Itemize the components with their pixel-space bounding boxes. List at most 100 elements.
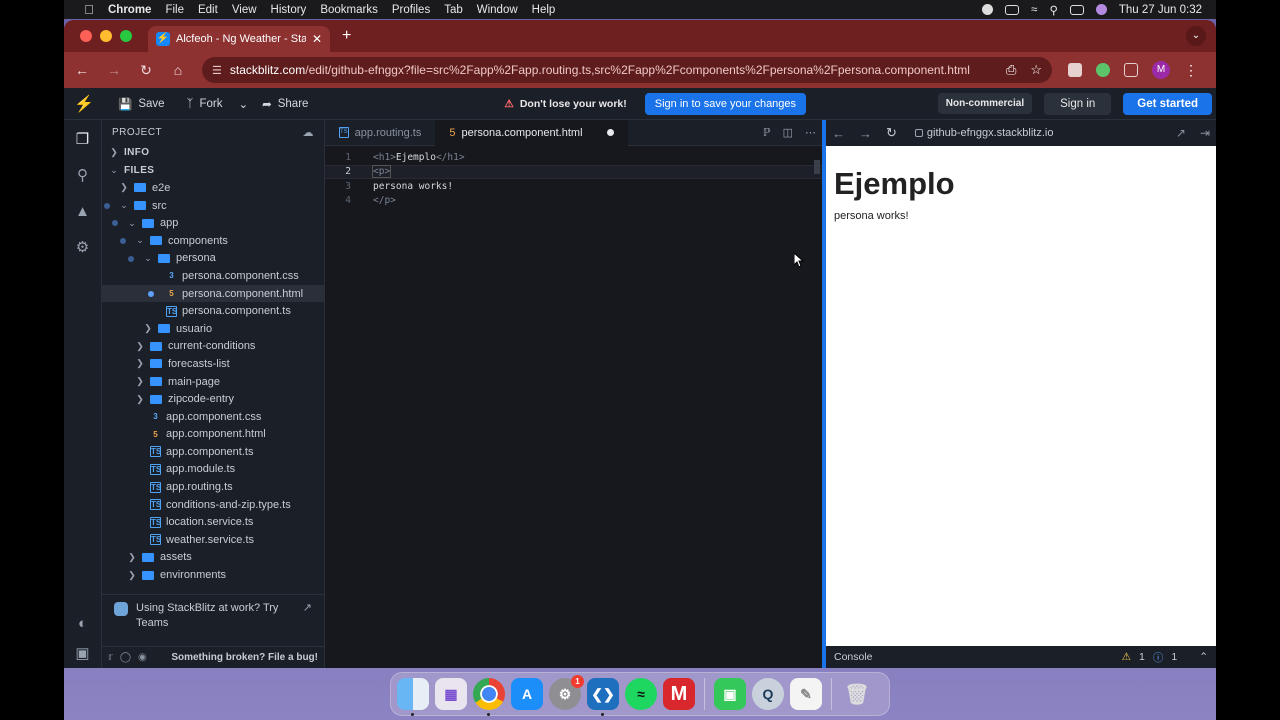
home-icon[interactable]: ⌂ <box>164 62 192 78</box>
folder-item[interactable]: ⌄ src <box>102 197 324 215</box>
open-new-window-icon[interactable]: ↗ <box>1176 126 1186 140</box>
settings-gear-icon[interactable]: ⚙ <box>74 238 92 256</box>
site-info-icon[interactable]: ☰ <box>212 64 222 77</box>
preview-back-icon[interactable]: ← <box>832 126 845 141</box>
record-icon[interactable] <box>982 4 994 15</box>
code-line[interactable]: 1 <h1>Ejemplo</h1> <box>325 150 822 165</box>
file-item[interactable]: TS app.module.ts <box>102 461 324 479</box>
discord-icon[interactable]: ◉ <box>138 652 147 663</box>
chrome-icon[interactable] <box>473 678 505 716</box>
unsaved-dot-icon[interactable] <box>606 129 614 136</box>
fork-chevron-icon[interactable]: ⌄ <box>238 97 248 111</box>
prettier-format-icon[interactable]: ℙ <box>763 126 771 139</box>
quicktime-icon[interactable]: Q <box>752 678 784 710</box>
collapse-preview-icon[interactable]: ⇥ <box>1200 126 1210 140</box>
fork-button[interactable]: ᛉ Fork ⌄ <box>187 97 249 111</box>
menu-help[interactable]: Help <box>532 4 556 16</box>
chrome-menu-icon[interactable]: ⋮ <box>1184 62 1198 79</box>
twitter-icon[interactable]: 𝕣 <box>108 652 113 663</box>
preview-forward-icon[interactable]: → <box>859 126 872 141</box>
explorer-files-icon[interactable]: ❐ <box>74 130 92 148</box>
file-item[interactable]: TS conditions-and-zip.type.ts <box>102 496 324 514</box>
folder-item[interactable]: ❯ usuario <box>102 320 324 338</box>
folder-item[interactable]: ⌄ persona <box>102 250 324 268</box>
system-settings-icon[interactable]: ⚙ 1 <box>549 675 584 710</box>
tab-persona-html[interactable]: 5 persona.component.html <box>435 119 628 146</box>
new-tab-button[interactable]: + <box>342 27 351 45</box>
files-section[interactable]: ⌄ FILES <box>102 162 324 180</box>
menu-edit[interactable]: Edit <box>198 4 218 16</box>
close-tab-icon[interactable]: ✕ <box>312 32 322 46</box>
vscode-icon[interactable]: ❮❯ <box>587 678 619 716</box>
wifi-icon[interactable]: ≈ <box>1031 4 1037 16</box>
file-item[interactable]: 3 persona.component.css <box>102 267 324 285</box>
code-line[interactable]: 4 </p> <box>325 194 822 209</box>
spotify-icon[interactable]: ≈ <box>625 678 657 710</box>
profile-avatar[interactable]: M <box>1152 61 1170 79</box>
get-started-button[interactable]: Get started <box>1123 92 1212 115</box>
menu-tab[interactable]: Tab <box>444 4 463 16</box>
trash-icon[interactable]: 🗑 <box>841 678 873 710</box>
console-expand-icon[interactable]: ⌃ <box>1199 651 1208 663</box>
file-item[interactable]: TS app.routing.ts <box>102 478 324 496</box>
menu-app-name[interactable]: Chrome <box>108 4 151 16</box>
control-center-icon[interactable] <box>1069 4 1084 15</box>
folder-item[interactable]: ⌄ components <box>102 232 324 250</box>
back-icon[interactable]: ← <box>68 62 96 78</box>
preview-url-bar[interactable]: github-efnggx.stackblitz.io <box>914 127 1053 139</box>
folder-item[interactable]: ❯ environments <box>102 566 324 584</box>
github-icon[interactable]: ◯ <box>120 652 131 663</box>
editor-scrollbar[interactable] <box>814 160 820 174</box>
code-line[interactable]: 3 persona works! <box>325 179 822 194</box>
green-extension-icon[interactable] <box>1096 63 1110 77</box>
file-item[interactable]: TS weather.service.ts <box>102 531 324 549</box>
spotlight-icon[interactable]: ⚲ <box>1049 3 1057 17</box>
menu-bookmarks[interactable]: Bookmarks <box>320 4 378 16</box>
folder-item[interactable]: ❯ main-page <box>102 373 324 391</box>
tab-app-routing[interactable]: TS app.routing.ts <box>325 120 435 146</box>
folder-item[interactable]: ❯ forecasts-list <box>102 355 324 373</box>
siri-icon[interactable] <box>1095 4 1107 15</box>
file-item[interactable]: TS persona.component.ts <box>102 302 324 320</box>
reload-icon[interactable]: ↻ <box>132 62 160 79</box>
file-item[interactable]: TS location.service.ts <box>102 513 324 531</box>
browser-tab[interactable]: ⚡ Alcfeoh - Ng Weather - Stack ✕ <box>148 26 330 52</box>
signin-to-save-button[interactable]: Sign in to save your changes <box>644 92 807 115</box>
file-item[interactable]: 3 app.component.css <box>102 408 324 426</box>
file-item[interactable]: 5 app.component.html <box>102 426 324 444</box>
textedit-icon[interactable]: ✎ <box>790 678 822 710</box>
shield-extension-icon[interactable] <box>1068 63 1082 77</box>
launchpad-icon[interactable]: ▦ <box>435 678 467 710</box>
report-bug-link[interactable]: Something broken? File a bug! <box>171 652 318 663</box>
more-actions-icon[interactable]: ⋯ <box>805 126 816 139</box>
theme-toggle-icon[interactable]: ◐ <box>74 614 92 632</box>
minimize-window-button[interactable] <box>100 30 112 42</box>
tab-search-chevron-icon[interactable]: ⌄ <box>1186 26 1206 46</box>
folder-item[interactable]: ❯ assets <box>102 549 324 567</box>
app-store-icon[interactable]: A <box>511 678 543 710</box>
address-bar[interactable]: ☰ stackblitz.com/edit/github-efnggx?file… <box>202 57 1052 83</box>
noncommercial-badge[interactable]: Non-commercial <box>937 93 1033 114</box>
menu-file[interactable]: File <box>165 4 184 16</box>
console-bar[interactable]: Console ⚠ 1 ⓘ 1 ⌃ <box>826 646 1216 668</box>
menubar-clock[interactable]: Thu 27 Jun 0:32 <box>1119 4 1202 16</box>
apple-icon[interactable]:  <box>78 2 100 17</box>
firebase-icon[interactable]: ▲ <box>74 202 92 220</box>
stackblitz-logo-icon[interactable]: ⚡ <box>64 94 104 114</box>
upload-cloud-icon[interactable]: ☁ <box>303 126 315 139</box>
search-icon[interactable]: ⚲ <box>74 166 92 184</box>
folder-item[interactable]: ❯ current-conditions <box>102 338 324 356</box>
folder-item[interactable]: ⌄ app <box>102 214 324 232</box>
layout-panel-icon[interactable]: ▣ <box>74 644 92 662</box>
save-button[interactable]: 💾 Save <box>118 97 165 111</box>
share-button[interactable]: ➦ Share <box>262 97 308 111</box>
finder-icon[interactable] <box>397 678 429 716</box>
close-window-button[interactable] <box>80 30 92 42</box>
code-line-current[interactable]: 2 <p> <box>325 164 822 179</box>
mega-icon[interactable]: M <box>663 678 695 710</box>
file-item[interactable]: TS app.component.ts <box>102 443 324 461</box>
battery-icon[interactable] <box>1005 4 1020 15</box>
sign-in-button[interactable]: Sign in <box>1044 92 1112 115</box>
folder-item[interactable]: ❯ e2e <box>102 179 324 197</box>
menu-profiles[interactable]: Profiles <box>392 4 430 16</box>
